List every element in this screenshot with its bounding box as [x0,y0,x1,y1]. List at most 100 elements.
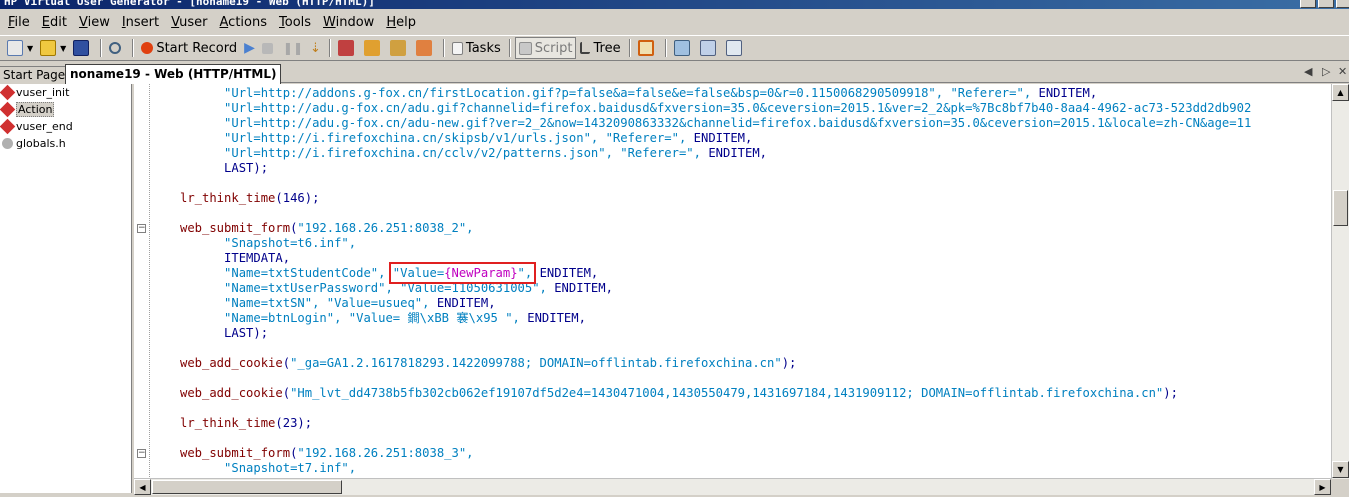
vertical-scrollbar[interactable]: ▲ ▼ [1331,84,1349,479]
action-icon [0,84,16,101]
code-token: "_ga=GA1.2.1617818293.1422099788; DOMAIN… [290,356,782,370]
menu-view[interactable]: View [73,15,116,30]
scroll-up-icon[interactable]: ▲ [1332,84,1349,101]
code-token: LAST); [224,161,269,175]
start-record-button[interactable]: Start Record [138,37,240,59]
horizontal-scroll-thumb[interactable] [152,480,342,494]
save-button[interactable] [70,37,95,59]
tab-noname19[interactable]: noname19 - Web (HTTP/HTML) [65,64,282,84]
action-icon [0,101,16,118]
tree-item-action[interactable]: Action [0,101,131,118]
tab-start-page[interactable]: Start Page [0,66,71,83]
menu-tools[interactable]: Tools [273,15,317,30]
new-script-button[interactable]: ▼ [4,37,36,59]
tasks-button[interactable]: Tasks [449,37,504,59]
minimize-button[interactable] [1300,0,1316,8]
find-button[interactable] [106,37,127,59]
menu-actions[interactable]: Actions [214,15,274,30]
code-line: ITEMDATA, [180,251,1251,266]
code-line: LAST); [180,161,1251,176]
pause-button[interactable]: ❚❚ [280,37,306,59]
results-button[interactable] [413,37,438,59]
main-toolbar: ▼ ▼ Start Record ▶ ❚❚ ⇣ Tasks Script Tre… [0,35,1349,61]
tab-scroll-right-icon[interactable]: ▷ [1322,65,1330,78]
code-token: web_submit_form [180,446,291,460]
code-token: LAST); [224,326,269,340]
breakpoint-button[interactable] [335,37,360,59]
menu-insert[interactable]: Insert [116,15,165,30]
code-line: "Url=http://i.firefoxchina.cn/skipsb/v1/… [180,131,1251,146]
step-button[interactable]: ⇣ [307,37,324,59]
menu-edit[interactable]: Edit [36,15,73,30]
code-token: "Url=http://adu.g-fox.cn/adu-new.gif?ver… [224,116,1252,130]
tree-item-vuser-init[interactable]: vuser_init [0,84,131,101]
code-token: ENDITEM, [532,266,599,280]
menu-vuser[interactable]: Vuser [165,15,213,30]
code-token: lr_think_time [180,191,276,205]
snapshot-button[interactable] [635,37,660,59]
code-token: "Url=http://i.firefoxchina.cn/cclv/v2/pa… [224,146,709,160]
fold-collapse-icon[interactable]: − [137,224,146,233]
toolbar-separator [442,39,445,57]
script-label: Script [534,40,573,56]
scroll-left-icon[interactable]: ◀ [134,479,151,495]
code-line: "Url=http://addons.g-fox.cn/firstLocatio… [180,86,1251,101]
code-token: "Url=http://addons.g-fox.cn/firstLocatio… [224,86,1039,100]
bookmark-button[interactable] [361,37,386,59]
header-file-icon [2,138,13,149]
scroll-down-icon[interactable]: ▼ [1332,461,1349,478]
code-token: "Name=txtSN", "Value=usueq", [224,296,437,310]
stop-button[interactable] [259,37,279,59]
code-token: "Name=txtUserPassword", "Value=110506310… [224,281,555,295]
code-token: (146); [275,191,320,205]
tree-item-vuser-end[interactable]: vuser_end [0,118,131,135]
code-token: (23); [275,416,313,430]
horizontal-scrollbar[interactable]: ◀ ▶ [134,478,1331,495]
windows-button[interactable] [723,37,748,59]
tab-scroll-left-icon[interactable]: ◀ [1304,65,1312,78]
menu-help[interactable]: Help [380,15,422,30]
tree-view-button[interactable]: Tree [577,37,623,59]
replay-log-button[interactable] [387,37,412,59]
code-token: lr_think_time [180,416,276,430]
tree-item-globals-h[interactable]: globals.h [0,135,131,152]
menu-file[interactable]: File [2,15,36,30]
play-icon: ▶ [244,40,255,56]
title-bar: HP Virtual User Generator - [noname19 - … [0,0,1349,9]
code-line: "Name=txtUserPassword", "Value=110506310… [180,281,1251,296]
toolbar-separator [132,39,135,57]
code-token: "Value= [392,266,445,280]
vertical-scroll-thumb[interactable] [1333,190,1348,226]
tree-item-label: Action [16,102,55,117]
output-button[interactable] [671,37,696,59]
maximize-button[interactable] [1318,0,1334,8]
scroll-right-icon[interactable]: ▶ [1314,479,1331,495]
code-line: LAST); [180,326,1251,341]
code-token: ( [282,386,291,400]
menu-window[interactable]: Window [317,15,380,30]
tab-close-icon[interactable]: ✕ [1338,65,1347,78]
close-button[interactable] [1336,0,1349,8]
run-button[interactable]: ▶ [241,37,258,59]
save-icon [73,40,90,56]
script-view-button[interactable]: Script [514,37,577,59]
script-editor[interactable]: − − "Url=http://addons.g-fox.cn/firstLoc… [134,84,1331,479]
open-button[interactable]: ▼ [37,37,69,59]
code-line: web_submit_form("192.168.26.251:8038_3", [180,446,1251,461]
fold-collapse-icon[interactable]: − [137,449,146,458]
tree-icon [580,42,591,54]
code-token: "Url=http://i.firefoxchina.cn/skipsb/v1/… [224,131,694,145]
action-icon [0,118,16,135]
editor-gutter: − − [134,84,150,479]
parameters-button[interactable] [697,37,722,59]
window-title: HP Virtual User Generator - [noname19 - … [4,0,375,8]
